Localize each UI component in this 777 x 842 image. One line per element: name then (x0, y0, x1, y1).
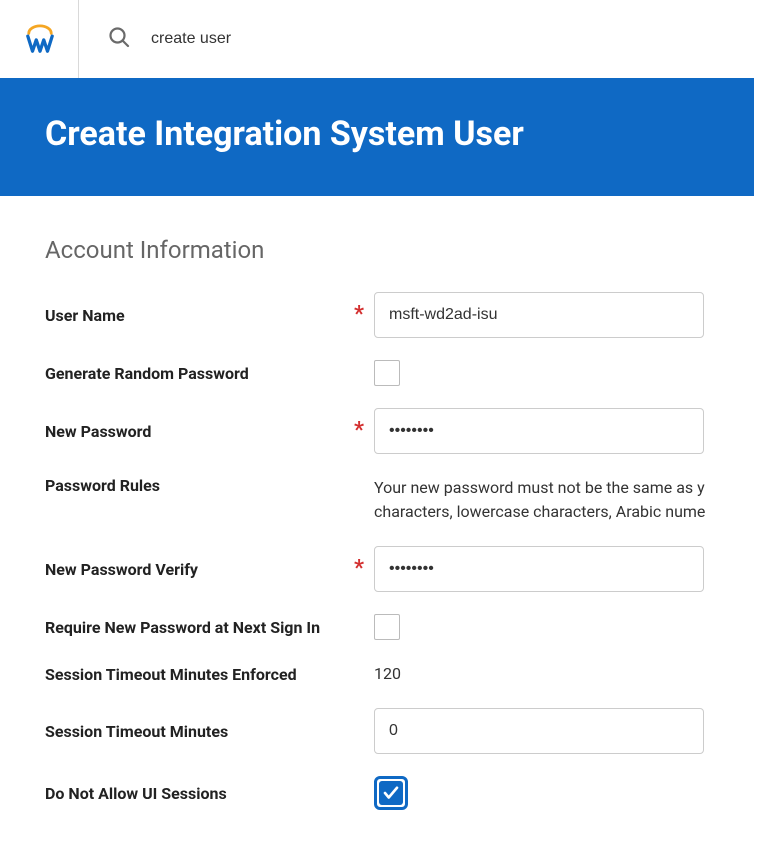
check-icon (382, 784, 400, 802)
new-password-verify-field[interactable] (374, 546, 704, 592)
user-name-field[interactable] (374, 292, 704, 338)
new-password-field[interactable] (374, 408, 704, 454)
search-input[interactable] (151, 30, 451, 48)
new-password-verify-label: New Password Verify (45, 560, 340, 579)
section-heading: Account Information (45, 236, 754, 264)
password-rules-text: Your new password must not be the same a… (374, 476, 749, 524)
require-new-password-label: Require New Password at Next Sign In (45, 618, 340, 637)
require-new-password-checkbox[interactable] (374, 614, 400, 640)
page-title: Create Integration System User (45, 114, 709, 154)
session-timeout-enforced-label: Session Timeout Minutes Enforced (45, 665, 340, 684)
session-timeout-minutes-label: Session Timeout Minutes (45, 722, 340, 741)
session-timeout-enforced-value: 120 (374, 662, 401, 686)
header-divider (78, 0, 79, 78)
workday-logo[interactable] (20, 24, 60, 54)
password-rules-label: Password Rules (45, 476, 340, 495)
do-not-allow-ui-sessions-label: Do Not Allow UI Sessions (45, 784, 340, 803)
generate-random-password-label: Generate Random Password (45, 364, 340, 383)
required-indicator: * (350, 558, 364, 580)
search-icon[interactable] (107, 25, 131, 53)
session-timeout-minutes-field[interactable] (374, 708, 704, 754)
generate-random-password-checkbox[interactable] (374, 360, 400, 386)
new-password-label: New Password (45, 422, 340, 441)
do-not-allow-ui-sessions-checkbox[interactable] (374, 776, 408, 810)
user-name-label: User Name (45, 306, 340, 325)
app-header (0, 0, 777, 78)
title-bar: Create Integration System User (0, 78, 754, 196)
form-area: Account Information User Name * Generate… (0, 196, 754, 810)
required-indicator: * (350, 420, 364, 442)
required-indicator: * (350, 304, 364, 326)
